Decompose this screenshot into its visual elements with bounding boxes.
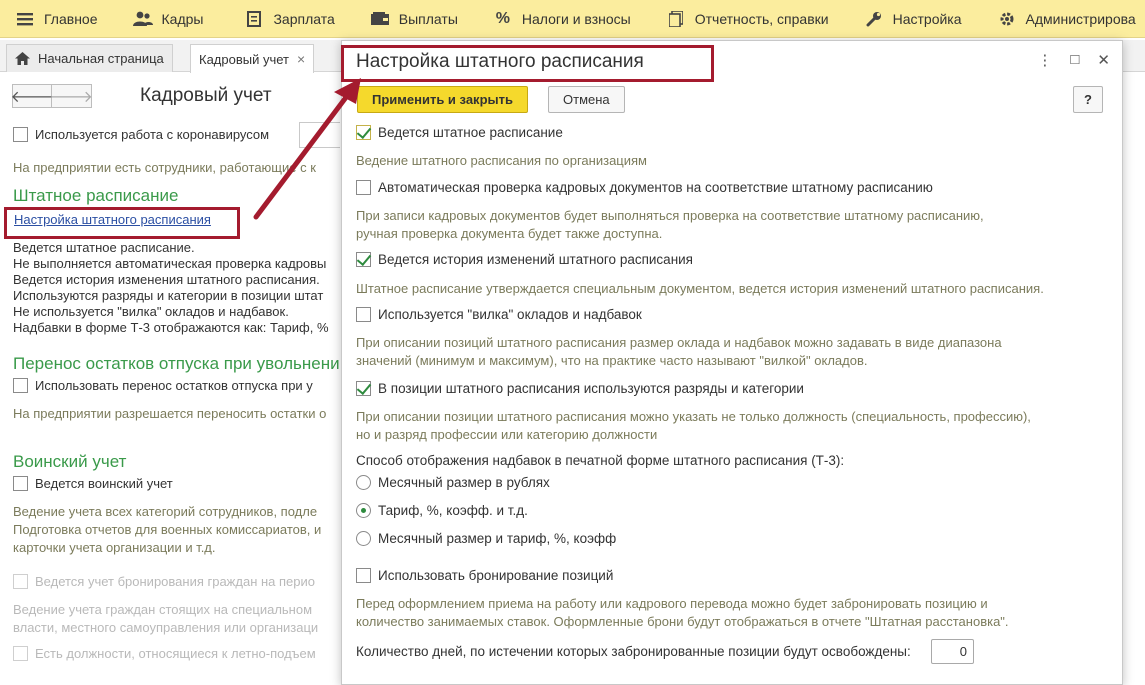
- annotation-arrow: [253, 78, 361, 220]
